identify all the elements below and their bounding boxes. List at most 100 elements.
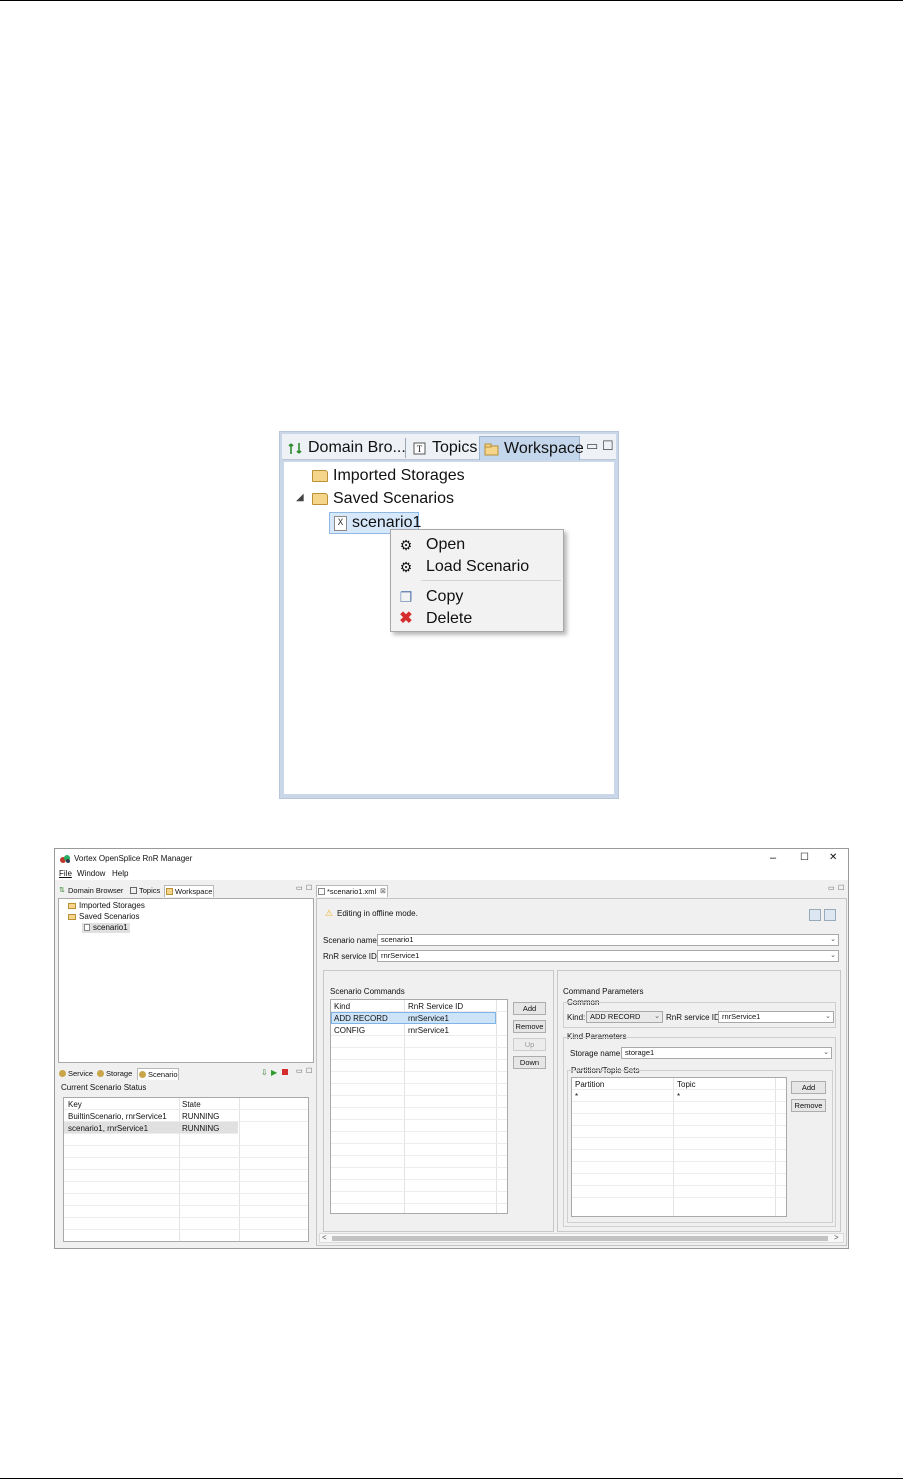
tab-domain-browser[interactable]: ⇅ Domain Browser — [58, 885, 123, 897]
menu-item-load-scenario[interactable]: ⚙ Load Scenario — [391, 556, 563, 578]
service-id-value: rnrService1 — [381, 951, 420, 960]
xml-file-icon — [84, 924, 90, 931]
menu-item-delete[interactable]: ✖ Delete — [391, 608, 563, 630]
menu-item-label: Open — [426, 536, 466, 553]
move-up-button[interactable]: Up — [513, 1038, 546, 1051]
chevron-down-icon: ⌄ — [654, 1013, 660, 1020]
horizontal-scrollbar[interactable]: < > — [319, 1233, 844, 1243]
param-service-id-select[interactable]: rnrService1 ⌄ — [718, 1011, 834, 1023]
column-header-state[interactable]: State — [182, 1100, 201, 1110]
workspace-icon — [166, 888, 173, 895]
folder-open-icon — [312, 493, 328, 505]
import-icon[interactable]: ⇩ — [261, 1068, 268, 1077]
table-row[interactable]: BuiltinScenario, rnrService1 RUNNING — [64, 1110, 308, 1122]
close-window-button[interactable]: ✕ — [829, 852, 837, 863]
folder-open-icon — [68, 903, 76, 909]
close-tab-icon[interactable]: ⊠ — [380, 886, 386, 897]
maximize-view-icon[interactable]: ☐ — [306, 1067, 312, 1075]
minimize-view-icon[interactable]: ▭ — [296, 1067, 303, 1075]
tab-scenario1-xml[interactable]: *scenario1.xml ⊠ — [316, 885, 388, 897]
menu-item-copy[interactable]: ❐ Copy — [391, 586, 563, 608]
column-header-key[interactable]: Key — [68, 1100, 82, 1110]
tab-service[interactable]: Service — [58, 1068, 93, 1080]
tab-domain-browser[interactable]: Domain Bro... — [284, 436, 406, 460]
xml-file-icon — [318, 888, 325, 895]
tab-label: Workspace — [175, 887, 213, 896]
gears-icon: ⚙ — [399, 537, 413, 553]
tab-domain-browser-label: Domain Bro... — [308, 439, 406, 456]
topics-icon — [130, 887, 137, 894]
column-header-partition[interactable]: Partition — [575, 1080, 604, 1090]
status-view-tab-bar: Service Storage Scenario ⇩ ▶ ▭ ☐ — [58, 1067, 314, 1081]
menu-separator — [421, 580, 561, 581]
param-service-id-label: RnR service ID: — [666, 1013, 723, 1022]
scenario-icon — [139, 1071, 146, 1078]
table-row[interactable]: * * — [572, 1090, 786, 1102]
maximize-view-icon[interactable]: ☐ — [838, 884, 844, 892]
move-down-button[interactable]: Down — [513, 1056, 546, 1069]
table-row[interactable]: CONFIG rnrService1 — [331, 1024, 507, 1036]
expand-arrow-icon[interactable]: ◢ — [296, 492, 304, 503]
commands-table: Kind RnR Service ID ADD RECORD rnrServic… — [330, 999, 508, 1214]
app-logo-icon — [60, 855, 70, 863]
tree-item-label: Saved Scenarios — [333, 490, 454, 507]
chevron-down-icon: ⌄ — [830, 952, 836, 959]
view-tab-bar: Domain Bro... T Topics Workspace ▭ ☐ — [282, 434, 616, 460]
minimize-view-icon[interactable]: ▭ — [586, 438, 598, 454]
kind-select[interactable]: ADD RECORD ⌄ — [586, 1011, 663, 1023]
add-command-button[interactable]: Add — [513, 1002, 546, 1015]
tab-storage[interactable]: Storage — [96, 1068, 132, 1080]
tab-label: Service — [68, 1069, 94, 1078]
kind-value: ADD RECORD — [590, 1012, 641, 1021]
play-icon[interactable]: ▶ — [271, 1068, 277, 1077]
menu-help[interactable]: Help — [112, 869, 128, 879]
partition-value: * — [575, 1092, 579, 1101]
menu-file[interactable]: File — [59, 869, 72, 879]
remove-command-button[interactable]: Remove — [513, 1020, 546, 1033]
scroll-left-icon[interactable]: < — [322, 1233, 327, 1242]
add-set-button[interactable]: Add — [791, 1081, 826, 1094]
table-row[interactable]: scenario1, rnrService1 RUNNING — [64, 1122, 238, 1134]
tree-item-scenario1[interactable]: scenario1 — [82, 923, 130, 933]
storage-name-select[interactable]: storage1 ⌄ — [621, 1047, 832, 1059]
maximize-window-button[interactable]: ☐ — [800, 852, 809, 863]
status-key: BuiltinScenario, rnrService1 — [68, 1112, 167, 1121]
tree-item-label: Imported Storages — [333, 467, 465, 484]
commands-header-row: Kind RnR Service ID — [331, 1000, 507, 1012]
save-as-icon[interactable] — [824, 909, 836, 921]
column-header-service-id[interactable]: RnR Service ID — [408, 1002, 463, 1012]
command-parameters-title: Command Parameters — [563, 987, 644, 996]
minimize-view-icon[interactable]: ▭ — [296, 884, 303, 892]
service-id-select[interactable]: rnrService1 ⌄ — [377, 950, 839, 962]
warning-icon: ⚠ — [325, 908, 334, 918]
column-header-topic[interactable]: Topic — [677, 1080, 696, 1090]
menu-window[interactable]: Window — [77, 869, 105, 879]
column-header-kind[interactable]: Kind — [334, 1002, 350, 1012]
storage-icon — [97, 1070, 104, 1077]
scrollbar-thumb[interactable] — [332, 1236, 828, 1241]
scenario-name-field[interactable]: scenario1 ⌄ — [377, 934, 839, 946]
table-row[interactable]: ADD RECORD rnrService1 — [331, 1012, 496, 1024]
svg-text:T: T — [417, 444, 423, 454]
minimize-view-icon[interactable]: ▭ — [828, 884, 835, 892]
tree-item-imported-storages[interactable]: Imported Storages — [68, 901, 145, 911]
offline-notice: Editing in offline mode. — [337, 909, 418, 918]
tab-label: Storage — [106, 1069, 133, 1078]
remove-set-button[interactable]: Remove — [791, 1099, 826, 1112]
tab-topics[interactable]: Topics — [129, 885, 160, 897]
status-table: Key State BuiltinScenario, rnrService1 R… — [63, 1097, 309, 1242]
save-icon[interactable] — [809, 909, 821, 921]
maximize-view-icon[interactable]: ☐ — [306, 884, 312, 892]
scroll-right-icon[interactable]: > — [834, 1233, 839, 1242]
tab-scenario[interactable]: Scenario — [137, 1068, 179, 1080]
menu-item-label: Delete — [426, 610, 473, 627]
tab-workspace[interactable]: Workspace — [164, 885, 214, 897]
tab-workspace[interactable]: Workspace — [479, 436, 584, 460]
minimize-window-button[interactable]: – — [770, 852, 776, 864]
tab-topics[interactable]: T Topics — [408, 436, 478, 460]
menu-item-open[interactable]: ⚙ Open — [391, 534, 563, 556]
stop-icon[interactable] — [282, 1069, 288, 1075]
maximize-view-icon[interactable]: ☐ — [602, 438, 614, 454]
partition-topic-table: Partition Topic * * — [571, 1077, 787, 1217]
tree-item-saved-scenarios[interactable]: Saved Scenarios — [68, 912, 139, 922]
